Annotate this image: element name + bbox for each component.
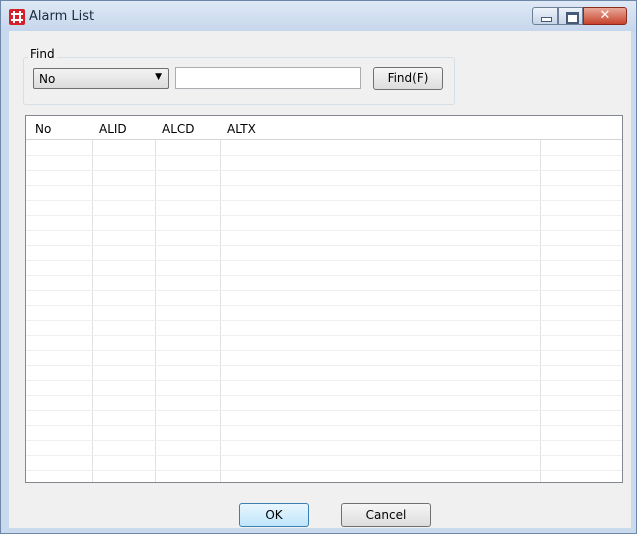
row-line <box>26 380 622 381</box>
find-field-value: No <box>39 72 56 86</box>
row-line <box>26 230 622 231</box>
find-field-select[interactable]: No ▼ <box>33 68 169 89</box>
app-icon <box>9 9 25 25</box>
close-button[interactable]: ✕ <box>583 7 627 25</box>
chevron-down-icon: ▼ <box>155 72 162 82</box>
minimize-button[interactable] <box>532 7 558 25</box>
row-line <box>26 275 622 276</box>
row-line <box>26 410 622 411</box>
maximize-button[interactable] <box>558 7 583 25</box>
search-input[interactable] <box>175 67 361 89</box>
find-group-label: Find <box>28 47 57 61</box>
row-line <box>26 425 622 426</box>
row-line <box>26 185 622 186</box>
row-line <box>26 350 622 351</box>
row-line <box>26 290 622 291</box>
column-header-altx[interactable]: ALTX <box>227 122 256 136</box>
window-title: Alarm List <box>29 9 95 24</box>
table-header: No ALID ALCD ALTX <box>26 116 622 140</box>
alarm-table[interactable]: No ALID ALCD ALTX <box>25 115 623 483</box>
row-line <box>26 320 622 321</box>
row-line <box>26 365 622 366</box>
close-icon: ✕ <box>599 8 611 23</box>
column-header-no[interactable]: No <box>35 122 51 136</box>
row-line <box>26 455 622 456</box>
column-header-alid[interactable]: ALID <box>99 122 127 136</box>
row-line <box>26 260 622 261</box>
find-button[interactable]: Find(F) <box>373 67 443 90</box>
row-line <box>26 440 622 441</box>
row-line <box>26 470 622 471</box>
row-line <box>26 335 622 336</box>
dialog-body: Find No ▼ Find(F) No ALID ALCD ALTX OK C… <box>9 31 631 528</box>
column-header-alcd[interactable]: ALCD <box>162 122 195 136</box>
row-line <box>26 170 622 171</box>
row-line <box>26 245 622 246</box>
alarm-list-window: Alarm List ✕ Find No ▼ Find(F) No ALID A… <box>0 0 637 534</box>
title-bar[interactable]: Alarm List ✕ <box>1 1 636 31</box>
row-line <box>26 395 622 396</box>
cancel-button[interactable]: Cancel <box>341 503 431 527</box>
row-line <box>26 215 622 216</box>
maximize-icon <box>566 12 579 24</box>
row-line <box>26 305 622 306</box>
minimize-icon <box>541 17 552 22</box>
row-line <box>26 200 622 201</box>
row-line <box>26 155 622 156</box>
ok-button[interactable]: OK <box>239 503 309 527</box>
